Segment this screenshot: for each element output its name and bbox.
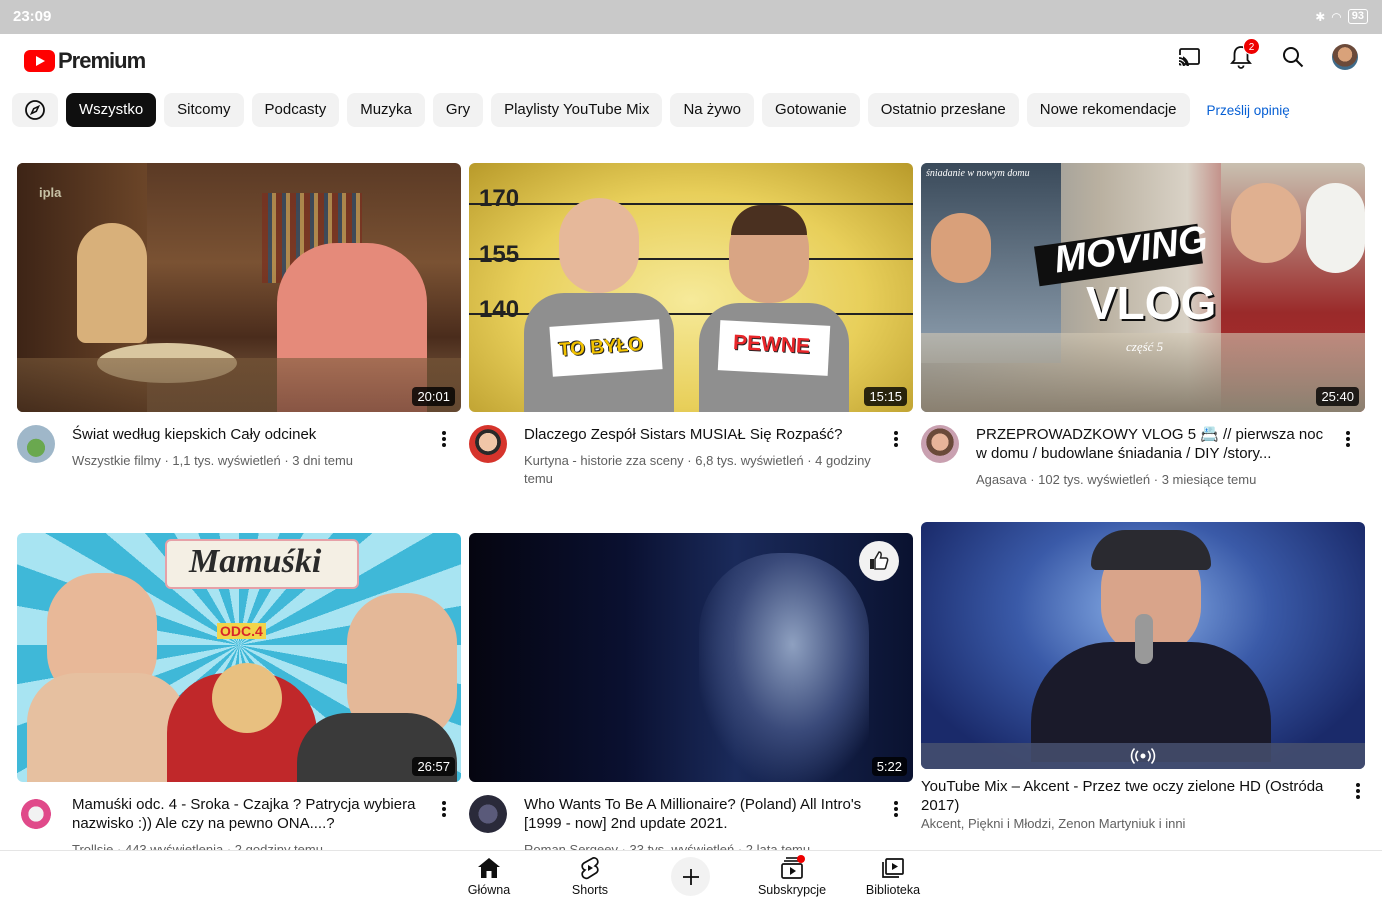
video-duration: 5:22: [871, 757, 907, 776]
video-title[interactable]: PRZEPROWADZKOWY VLOG 5 📇 // pierwsza noc…: [976, 425, 1333, 463]
nav-subscriptions[interactable]: Subskrypcje: [747, 855, 837, 897]
thumbs-up-icon: [870, 551, 889, 570]
thumbnail-caption: część 5: [1126, 339, 1164, 354]
home-icon: [478, 858, 500, 878]
status-time: 23:09: [13, 8, 52, 25]
thumbnail-caption: VLOG: [1086, 277, 1217, 329]
mix-bar: [921, 743, 1365, 769]
video-menu-button[interactable]: [891, 799, 901, 819]
nav-shorts-label: Shorts: [571, 883, 609, 897]
thumbnail-caption: ODC.4: [217, 623, 266, 639]
live-broadcast-icon: [1130, 747, 1156, 765]
send-feedback-link[interactable]: Prześlij opinię: [1207, 103, 1290, 118]
video-duration: 25:40: [1316, 387, 1359, 406]
nav-home-label: Główna: [467, 883, 511, 897]
wifi-icon: ◠: [1331, 9, 1342, 24]
cast-button[interactable]: [1176, 44, 1202, 70]
video-title[interactable]: Who Wants To Be A Millionaire? (Poland) …: [524, 795, 881, 833]
chip-all[interactable]: Wszystko: [66, 93, 157, 127]
battery-indicator: 93: [1347, 9, 1368, 24]
thumbnail-caption: PEWNE: [732, 331, 811, 359]
video-thumbnail[interactable]: ipla 20:01: [17, 163, 461, 412]
shorts-icon: [581, 857, 599, 880]
search-button[interactable]: [1280, 44, 1306, 70]
chip-games[interactable]: Gry: [432, 93, 484, 127]
channel-avatar[interactable]: [17, 425, 55, 463]
mix-thumbnail[interactable]: [921, 522, 1365, 769]
ipla-watermark: ipla: [39, 185, 62, 200]
bottom-navigation: Główna Shorts Subskrypcje Biblioteka: [0, 850, 1382, 900]
video-subtitle: Agasava · 102 tys. wyświetleń · 3 miesią…: [976, 472, 1257, 487]
chip-sitcoms[interactable]: Sitcomy: [164, 93, 244, 127]
compass-icon: [25, 100, 45, 120]
video-thumbnail[interactable]: 170 155 140 TO BYŁO PEWNE 15:15: [469, 163, 913, 412]
video-subtitle: Kurtyna - historie zza sceny · 6,8 tys. …: [524, 453, 871, 486]
top-app-bar: Premium 2: [0, 34, 1382, 86]
video-menu-button[interactable]: [891, 429, 901, 449]
video-title[interactable]: Mamuśki odc. 4 - Sroka - Czajka ? Patryc…: [72, 795, 429, 833]
video-thumbnail[interactable]: śniadanie w nowym domu MOVING VLOG część…: [921, 163, 1365, 412]
nav-library-label: Biblioteka: [865, 883, 921, 897]
notifications-button[interactable]: 2: [1228, 38, 1260, 70]
status-bar: 23:09 ✱ ◠ 93: [0, 0, 1382, 34]
nav-home[interactable]: Główna: [444, 855, 534, 897]
video-thumbnail[interactable]: Mamuśki ODC.4 26:57: [17, 533, 461, 782]
plus-icon: [682, 868, 699, 885]
video-title[interactable]: YouTube Mix – Akcent - Przez twe oczy zi…: [921, 777, 1335, 815]
video-title[interactable]: Świat według kiepskich Cały odcinek: [72, 425, 429, 444]
explore-button[interactable]: [12, 93, 58, 127]
video-menu-button[interactable]: [1353, 781, 1363, 801]
chip-recently-uploaded[interactable]: Ostatnio przesłane: [867, 93, 1019, 127]
logo-text: Premium: [58, 48, 146, 73]
video-menu-button[interactable]: [439, 799, 449, 819]
nav-library[interactable]: Biblioteka: [848, 855, 938, 897]
video-menu-button[interactable]: [439, 429, 449, 449]
top-actions: 2: [1176, 38, 1358, 70]
chip-cooking[interactable]: Gotowanie: [761, 93, 860, 127]
chip-youtube-mix-playlists[interactable]: Playlisty YouTube Mix: [491, 93, 663, 127]
youtube-premium-logo[interactable]: Premium: [24, 48, 146, 74]
create-button[interactable]: [671, 857, 710, 896]
channel-avatar[interactable]: [469, 425, 507, 463]
channel-avatar[interactable]: [469, 795, 507, 833]
video-duration: 26:57: [412, 757, 455, 776]
video-subtitle: Akcent, Piękni i Młodzi, Zenon Martyniuk…: [921, 816, 1186, 831]
like-badge: [859, 541, 899, 581]
video-menu-button[interactable]: [1343, 429, 1353, 449]
nav-subscriptions-label: Subskrypcje: [757, 883, 827, 897]
chip-new-to-you[interactable]: Nowe rekomendacje: [1026, 93, 1190, 127]
height-chart-label: 170: [479, 185, 520, 212]
video-subtitle: Wszystkie filmy · 1,1 tys. wyświetleń · …: [72, 453, 354, 468]
filter-chips-bar: Wszystko Sitcomy Podcasty Muzyka Gry Pla…: [12, 93, 1290, 127]
height-chart-label: 155: [479, 241, 520, 268]
new-content-dot: [797, 855, 805, 863]
status-icons: ✱ ◠ 93: [1315, 9, 1368, 24]
thumbnail-caption: Mamuśki: [189, 543, 322, 580]
video-duration: 15:15: [864, 387, 907, 406]
chip-music[interactable]: Muzyka: [347, 93, 425, 127]
nav-shorts[interactable]: Shorts: [545, 855, 635, 897]
notification-count-badge: 2: [1243, 38, 1260, 55]
youtube-logo-icon: [24, 50, 55, 72]
chip-podcasts[interactable]: Podcasty: [251, 93, 340, 127]
search-icon: [1283, 47, 1304, 68]
height-chart-label: 140: [479, 296, 520, 323]
video-thumbnail[interactable]: 5:22: [469, 533, 913, 782]
chip-live[interactable]: Na żywo: [670, 93, 754, 127]
video-title[interactable]: Dlaczego Zespół Sistars MUSIAŁ Się Rozpa…: [524, 425, 881, 444]
channel-avatar[interactable]: [17, 795, 55, 833]
bluetooth-icon: ✱: [1315, 9, 1326, 24]
video-duration: 20:01: [412, 387, 455, 406]
cast-icon: [1177, 48, 1200, 67]
library-icon: [882, 858, 904, 878]
account-avatar[interactable]: [1332, 44, 1358, 70]
thumbnail-caption: śniadanie w nowym domu: [926, 168, 1030, 179]
channel-avatar[interactable]: [921, 425, 959, 463]
